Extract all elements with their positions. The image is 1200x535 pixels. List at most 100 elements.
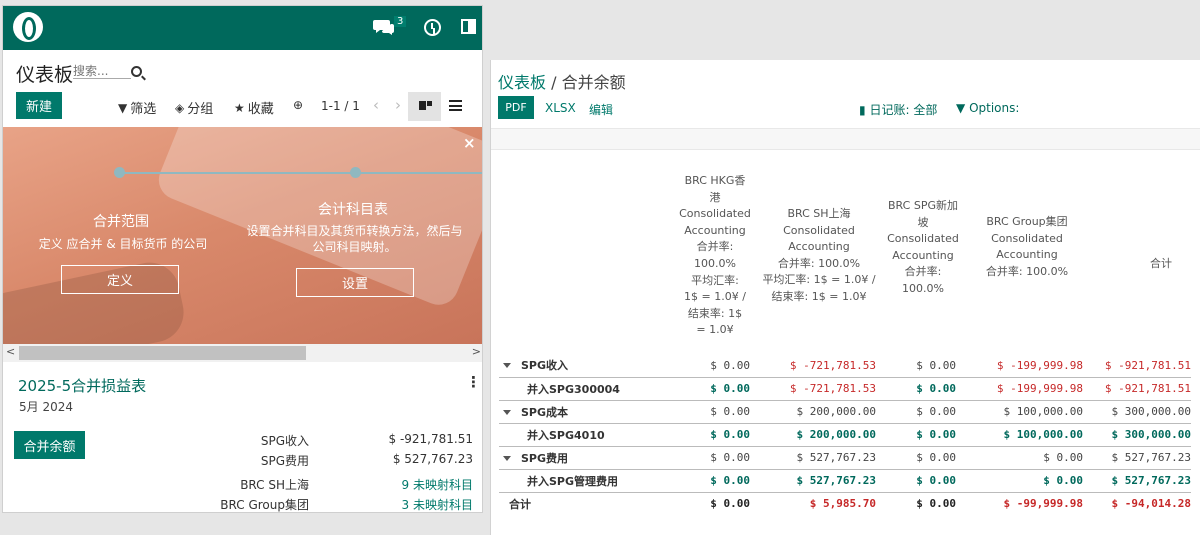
step-dot: [350, 167, 361, 178]
amount-cell[interactable]: $ 527,767.23: [750, 446, 876, 469]
consolidated-balance-button[interactable]: 合并余额: [14, 431, 85, 459]
total-row: 合计 $ 0.00 $ 5,985.70 $ 0.00 $ -99,999.98 $ -9…: [499, 491, 1191, 515]
column-header-line: 平均汇率: 1$ = 1.0¥ /: [762, 273, 876, 287]
amount-cell[interactable]: $ 5,985.70: [750, 491, 876, 515]
amount-cell[interactable]: $ -721,781.53: [750, 354, 876, 377]
scroll-right-icon[interactable]: >: [472, 345, 481, 358]
card-title[interactable]: 2025-5合并损益表: [18, 375, 146, 396]
caret-down-icon[interactable]: [503, 363, 511, 369]
card-row-label: BRC Group集团: [220, 498, 309, 512]
unmapped-accounts-link[interactable]: 3 未映射科目: [402, 496, 473, 512]
column-header-line: 港: [709, 190, 721, 204]
xlsx-button[interactable]: XLSX: [545, 101, 576, 115]
card-row-value: $ 527,767.23: [392, 452, 473, 466]
column-header-line: = 1.0¥: [696, 323, 734, 337]
column-header: 合计: [1131, 256, 1191, 273]
odoo-logo-icon[interactable]: [13, 12, 43, 42]
scroll-thumb[interactable]: [19, 346, 306, 360]
amount-cell[interactable]: $ -921,781.51: [1083, 376, 1191, 401]
amount-cell[interactable]: $ 527,767.23: [1083, 468, 1191, 493]
amount-cell[interactable]: $ 0.00: [674, 376, 750, 401]
amount-cell[interactable]: $ 0.00: [674, 354, 750, 377]
consolidation-report-panel: 仪表板 / 合并余额 PDF XLSX 编辑 ▮ 日记账: 全部 ▼ Optio…: [490, 60, 1200, 535]
scroll-left-icon[interactable]: <: [6, 345, 15, 358]
list-view-icon[interactable]: [449, 100, 462, 111]
column-header-line: 100.0%: [694, 256, 736, 270]
zoom-button[interactable]: ⊕: [293, 98, 303, 112]
amount-cell[interactable]: $ 0.00: [876, 422, 956, 447]
pager-value[interactable]: 1-1 / 1: [321, 99, 360, 113]
group-row[interactable]: SPG成本 $ 0.00 $ 200,000.00 $ 0.00 $ 100,000.0…: [499, 400, 1191, 423]
amount-cell[interactable]: $ 0.00: [876, 354, 956, 377]
onboarding-banner: × 合并范围 定义 应合并 & 目标货币 的公司 定义 会计科目表 设置合并科目…: [3, 127, 482, 344]
amount-cell[interactable]: $ -921,781.51: [1083, 354, 1191, 377]
column-header-line: BRC SPG新加: [888, 199, 958, 212]
amount-cell[interactable]: $ 300,000.00: [1083, 400, 1191, 423]
amount-cell[interactable]: $ 200,000.00: [750, 422, 876, 447]
amount-cell[interactable]: $ 100,000.00: [956, 422, 1083, 447]
amount-cell[interactable]: $ 0.00: [674, 491, 750, 515]
chat-icon[interactable]: [373, 18, 395, 36]
caret-down-icon[interactable]: [503, 409, 511, 415]
search-icon[interactable]: [131, 66, 142, 77]
group-row[interactable]: SPG费用 $ 0.00 $ 527,767.23 $ 0.00 $ 0.00 $ 527…: [499, 446, 1191, 469]
define-button[interactable]: 定义: [61, 265, 179, 294]
new-button[interactable]: 新建: [16, 92, 62, 119]
amount-cell[interactable]: $ 0.00: [674, 468, 750, 493]
amount-cell[interactable]: $ -721,781.53: [750, 376, 876, 401]
pager-next-icon[interactable]: ›: [395, 96, 401, 114]
amount-cell[interactable]: $ -199,999.98: [956, 354, 1083, 377]
breadcrumb-dashboard-link[interactable]: 仪表板: [498, 73, 546, 92]
favorites-button[interactable]: ★ 收藏: [234, 98, 274, 118]
amount-cell[interactable]: $ 200,000.00: [750, 400, 876, 423]
amount-cell[interactable]: $ 0.00: [674, 400, 750, 423]
row-label: 并入SPG管理费用: [527, 474, 619, 488]
kanban-view-button[interactable]: [408, 92, 441, 121]
card-row-value: $ -921,781.51: [388, 432, 474, 446]
journal-filter[interactable]: ▮ 日记账: 全部: [859, 101, 937, 118]
card-period: 5月 2024: [19, 400, 73, 414]
pdf-button[interactable]: PDF: [498, 96, 534, 119]
filter-button[interactable]: ▼ 筛选: [118, 98, 156, 118]
column-header-line: BRC HKG香: [684, 174, 746, 187]
amount-cell[interactable]: $ 0.00: [876, 376, 956, 401]
kanban-icon: [419, 101, 432, 110]
amount-cell[interactable]: $ 0.00: [876, 400, 956, 423]
side-panel-icon[interactable]: [461, 19, 476, 34]
edit-button[interactable]: 编辑: [589, 101, 613, 118]
amount-cell[interactable]: $ 0.00: [876, 446, 956, 469]
column-header-line: 结束率: 1$: [687, 306, 743, 320]
page-title: 仪表板: [16, 64, 74, 86]
caret-down-icon[interactable]: [503, 455, 511, 461]
horizontal-scrollbar[interactable]: < >: [3, 344, 482, 362]
group-by-button[interactable]: ◈ 分组: [175, 98, 213, 118]
activity-clock-icon[interactable]: [424, 19, 441, 36]
amount-cell[interactable]: $ 0.00: [674, 422, 750, 447]
amount-cell[interactable]: $ 0.00: [876, 491, 956, 515]
amount-cell[interactable]: $ 0.00: [876, 468, 956, 493]
amount-cell[interactable]: $ -99,999.98: [956, 491, 1083, 515]
breadcrumb-separator: /: [551, 73, 557, 92]
group-row[interactable]: SPG收入 $ 0.00 $ -721,781.53 $ 0.00 $ -199,999…: [499, 354, 1191, 377]
consolidation-table: SPG收入 $ 0.00 $ -721,781.53 $ 0.00 $ -199,999…: [499, 354, 1191, 515]
amount-cell[interactable]: $ 527,767.23: [750, 468, 876, 493]
card-row-label: BRC SH上海: [240, 478, 309, 492]
column-header: BRC SH上海 Consolidated Accounting 合并率: 100.0…: [753, 206, 885, 306]
options-filter[interactable]: ▼ Options:: [956, 101, 1019, 115]
pager-prev-icon[interactable]: ‹: [373, 96, 379, 114]
mobile-dashboard-panel: 3 仪表板 新建 ▼筛选 ◈分组 ★收藏 ⊕ 1-1 / 1 ‹ › × 合并范…: [2, 5, 483, 513]
search-input[interactable]: [73, 64, 131, 79]
unmapped-accounts-link[interactable]: 9 未映射科目: [402, 476, 473, 493]
banner-close-icon[interactable]: ×: [463, 134, 476, 152]
amount-cell[interactable]: $ -199,999.98: [956, 376, 1083, 401]
amount-cell[interactable]: $ 300,000.00: [1083, 422, 1191, 447]
setup-button[interactable]: 设置: [296, 268, 414, 297]
amount-cell[interactable]: $ 0.00: [956, 446, 1083, 469]
amount-cell[interactable]: $ 527,767.23: [1083, 446, 1191, 469]
column-header-line: Consolidated: [887, 232, 959, 246]
card-kebab-menu-icon[interactable]: ⋮: [466, 373, 481, 391]
amount-cell[interactable]: $ 0.00: [956, 468, 1083, 493]
amount-cell[interactable]: $ -94,014.28: [1083, 491, 1191, 515]
amount-cell[interactable]: $ 100,000.00: [956, 400, 1083, 423]
amount-cell[interactable]: $ 0.00: [674, 446, 750, 469]
